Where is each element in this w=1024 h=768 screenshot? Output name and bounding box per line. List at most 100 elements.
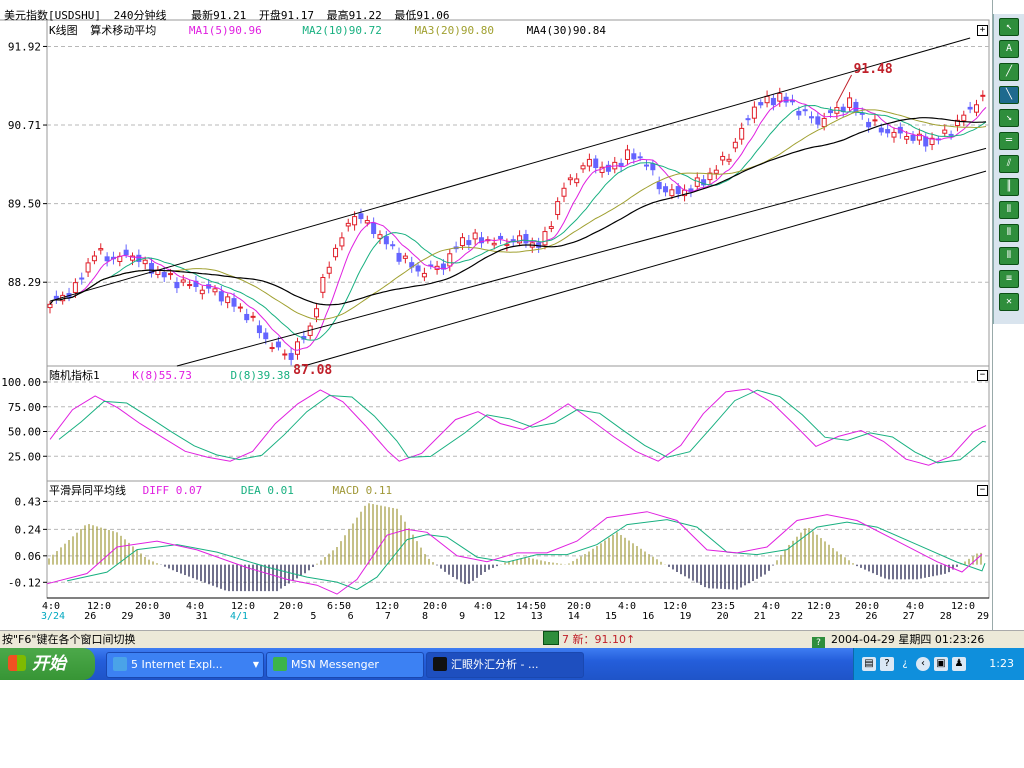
task-label: 5 Internet Expl... — [131, 658, 223, 671]
macd-panel-frame — [46, 480, 990, 599]
keyboard-icon[interactable]: ▤ — [862, 657, 876, 671]
candle — [764, 95, 770, 104]
candle — [269, 347, 275, 350]
indicator-name: 算术移动平均 — [90, 24, 157, 37]
d-line — [58, 389, 987, 464]
candle — [358, 213, 364, 220]
candle — [352, 216, 358, 226]
trend-line-2 — [176, 147, 987, 367]
x-date-label: 14 — [568, 611, 580, 622]
app-window: 91.92 90.71 89.50 88.29 91.48 87.08 100.00 75.0… — [0, 0, 1024, 680]
taskbar: 开始 5 Internet Expl... ▼ MSN Messenger 汇眼外… — [0, 648, 1024, 680]
candle — [180, 279, 186, 283]
candle — [808, 116, 814, 119]
candle — [586, 158, 592, 167]
x-date-label: 20 — [717, 611, 729, 622]
horizontal-line-tool-icon[interactable]: ═ — [999, 132, 1019, 150]
price-tick-label: 89.50 — [8, 198, 41, 211]
delete-tool-icon[interactable]: ✕ — [999, 293, 1019, 311]
status-hint: 按"F6"键在各个窗口间切换 — [2, 633, 136, 646]
maximize-panel-button[interactable]: + — [977, 25, 988, 36]
macd-panel-name: 平滑异同平均线 — [49, 484, 126, 497]
candle — [821, 117, 827, 128]
candle — [244, 313, 250, 321]
ma2-legend: MA2(10)90.72 — [302, 24, 382, 37]
x-date-label: 30 — [159, 611, 171, 622]
trend-line-tool-icon[interactable]: ╲ — [999, 86, 1019, 104]
x-date-label: 26 — [84, 611, 96, 622]
candle — [777, 92, 783, 102]
candle — [472, 232, 478, 240]
candle — [345, 222, 351, 227]
candle — [656, 181, 662, 190]
ray-tool-icon[interactable]: ↘ — [999, 109, 1019, 127]
ma1-legend: MA1(5)90.96 — [188, 24, 262, 37]
x-date-label: 29 — [977, 611, 989, 622]
back-arrow-icon[interactable]: ‹ — [916, 657, 930, 671]
candle — [885, 129, 891, 134]
minimize-kd-button[interactable]: − — [977, 370, 988, 381]
users-icon[interactable]: ♟ — [952, 657, 966, 671]
x-date-label: 3/24 — [41, 611, 65, 622]
panel-name: K线图 — [49, 24, 78, 37]
line-tool-icon[interactable]: ╱ — [999, 63, 1019, 81]
candle — [396, 252, 402, 262]
chart-app-icon — [433, 657, 447, 671]
kd-panel-header: 随机指标1 K(8)55.73 D(8)39.38 — [49, 369, 296, 382]
dea-legend: DEA 0.01 — [240, 484, 294, 497]
candle — [339, 237, 345, 247]
task-label: MSN Messenger — [291, 658, 379, 671]
x-date-label: 21 — [754, 611, 766, 622]
task-internet-explorer[interactable]: 5 Internet Expl... ▼ — [106, 652, 264, 678]
candle — [85, 262, 91, 273]
network-icon[interactable]: ▣ — [934, 657, 948, 671]
x-date-label: 7 — [385, 611, 391, 622]
candle — [859, 112, 865, 115]
candle — [751, 106, 757, 119]
x-date-label: 26 — [865, 611, 877, 622]
ma4-legend: MA4(30)90.84 — [526, 24, 607, 37]
task-msn-messenger[interactable]: MSN Messenger — [266, 652, 424, 678]
candle — [948, 133, 954, 136]
minimize-macd-button[interactable]: − — [977, 485, 988, 496]
start-button[interactable]: 开始 — [0, 648, 95, 680]
chevron-down-icon: ▼ — [252, 660, 259, 669]
candle — [498, 235, 504, 240]
fibonacci-tool-icon[interactable]: ║ — [999, 178, 1019, 196]
candle — [326, 266, 332, 274]
period-tool-icon[interactable]: ⦀ — [999, 247, 1019, 265]
symbol-label: 美元指数[USDSHU] — [4, 9, 101, 22]
candle — [973, 104, 979, 113]
candle — [466, 240, 472, 246]
gann-tool-icon[interactable]: ⦀ — [999, 201, 1019, 219]
candle — [79, 277, 85, 280]
text-tool-icon[interactable]: A — [999, 40, 1019, 58]
price-tick-label: 88.29 — [8, 276, 41, 289]
candle — [783, 96, 789, 103]
macd-tick-label: 0.06 — [15, 550, 42, 563]
candle — [320, 276, 326, 293]
candle — [491, 242, 497, 246]
x-date-label: 22 — [791, 611, 803, 622]
candle — [828, 110, 834, 114]
candle — [720, 155, 726, 161]
ime-icon[interactable]: ¿ — [898, 657, 912, 671]
cycle-tool-icon[interactable]: ⦀ — [999, 224, 1019, 242]
grid-tool-icon[interactable]: ≡ — [999, 270, 1019, 288]
candle — [904, 135, 910, 140]
candle — [663, 186, 669, 193]
x-time-label: 4:0 — [474, 601, 492, 612]
x-time-label: 20:0 — [279, 601, 303, 612]
task-forex-analysis[interactable]: 汇眼外汇分析 - ... — [426, 652, 584, 678]
candle — [47, 303, 53, 309]
help-tray-icon[interactable]: ? — [880, 657, 894, 671]
d-legend: D(8)39.38 — [230, 369, 291, 382]
candle — [104, 256, 110, 262]
candle — [542, 231, 548, 246]
candle — [333, 247, 339, 258]
candle — [726, 158, 732, 162]
x-date-label: 8 — [422, 611, 428, 622]
cursor-tool-icon[interactable]: ↖ — [999, 18, 1019, 36]
channel-tool-icon[interactable]: ⫽ — [999, 155, 1019, 173]
candle — [256, 325, 262, 334]
